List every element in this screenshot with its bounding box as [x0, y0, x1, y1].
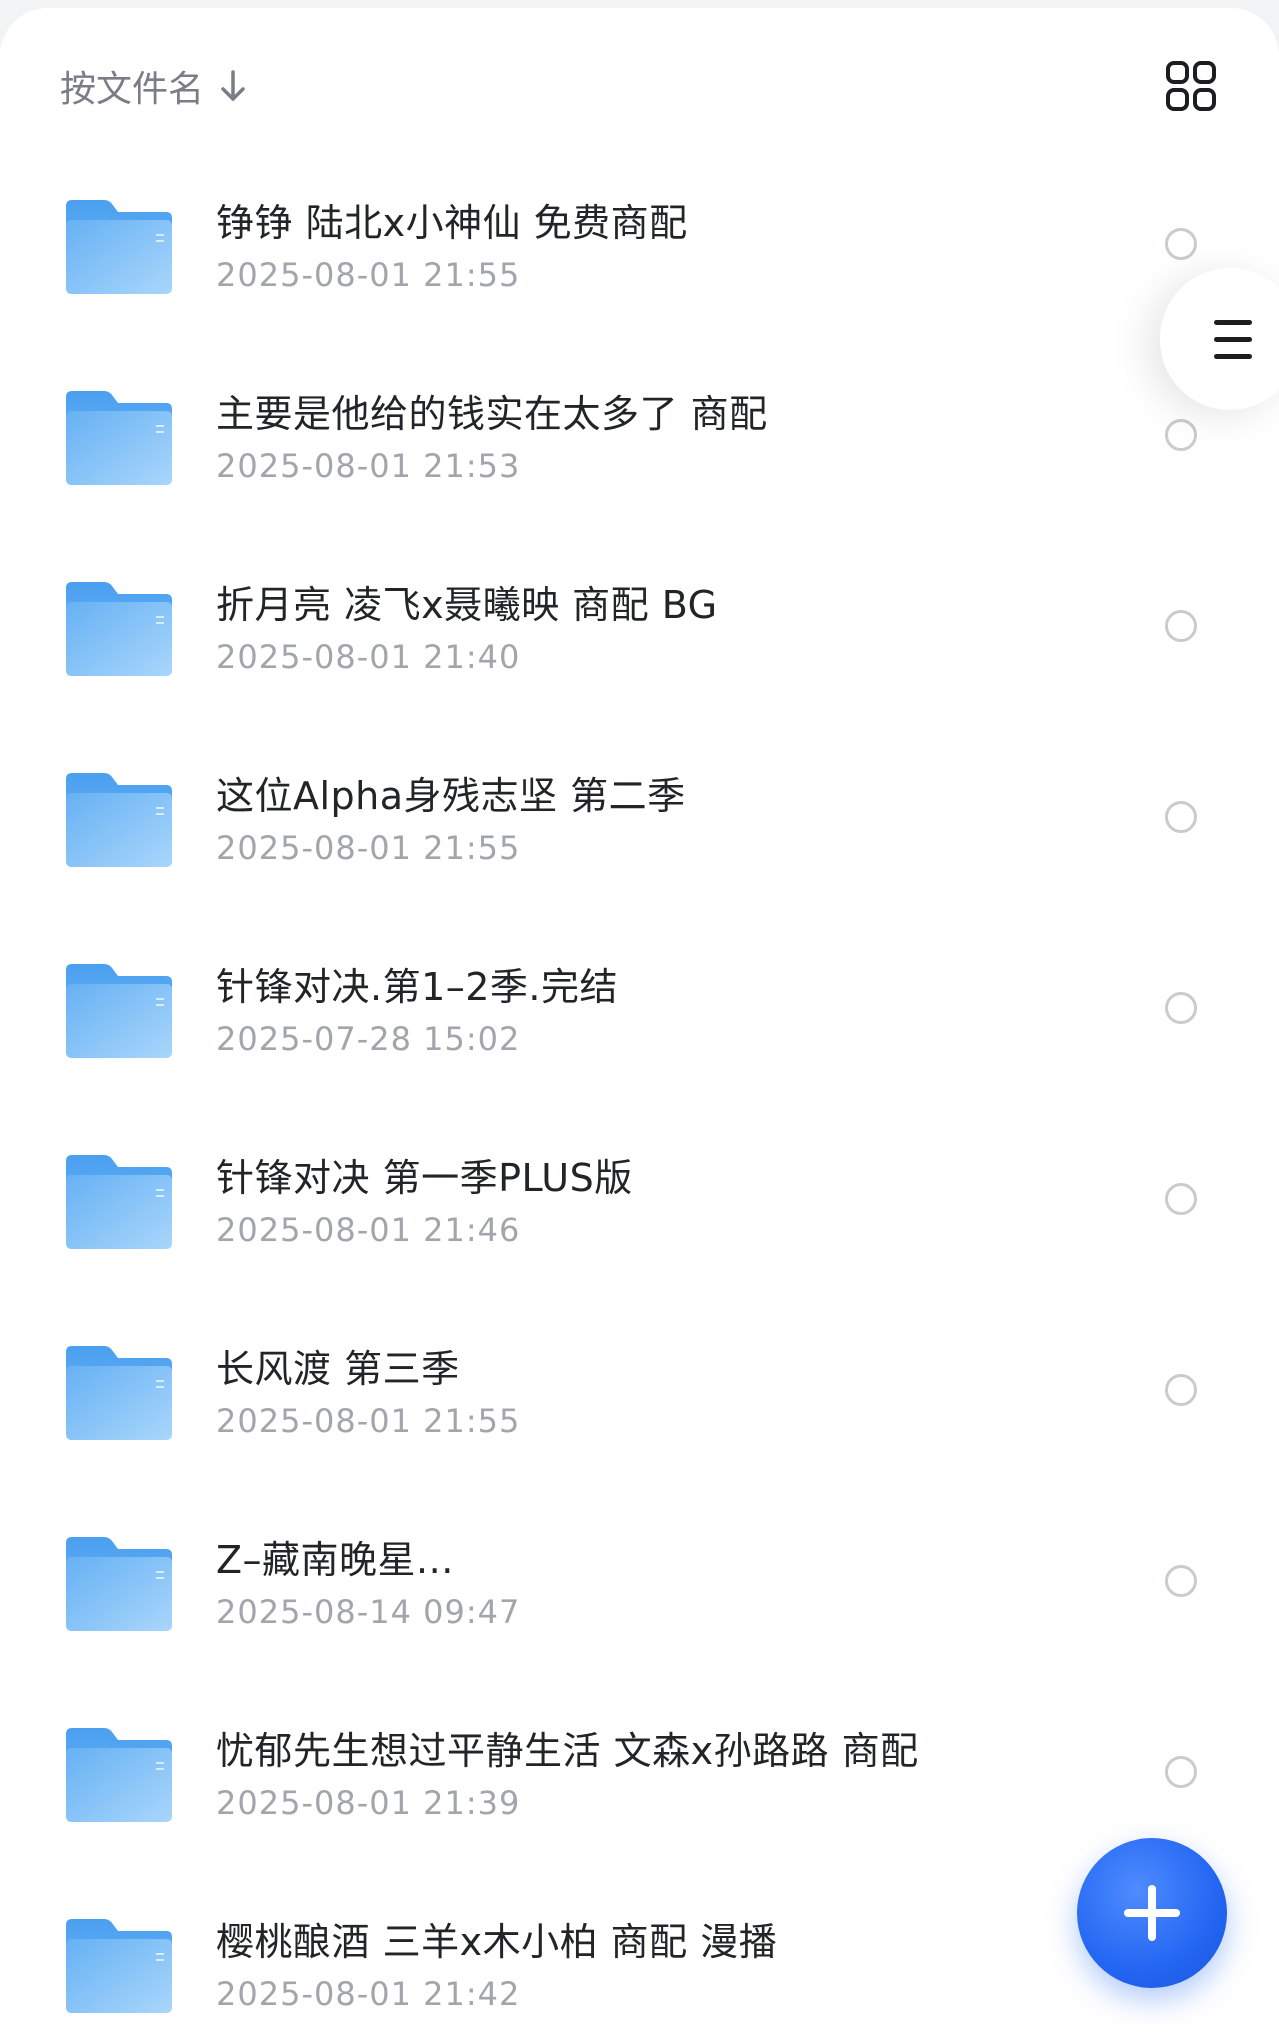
- file-row[interactable]: 针锋对决.第1–2季.完结 2025-07-28 15:02: [0, 912, 1279, 1103]
- file-row[interactable]: 长风渡 第三季 2025-08-01 21:55: [0, 1294, 1279, 1485]
- hamburger-menu-icon: [1214, 320, 1252, 371]
- select-radio[interactable]: [1165, 1183, 1197, 1215]
- select-radio[interactable]: [1165, 1756, 1197, 1788]
- file-name: 针锋对决.第1–2季.完结: [216, 965, 619, 1009]
- sort-label: 按文件名: [60, 69, 205, 110]
- select-radio[interactable]: [1165, 228, 1197, 260]
- file-name: 针锋对决 第一季PLUS版: [216, 1156, 633, 1200]
- file-row[interactable]: 铮铮 陆北x小神仙 免费商配 2025-08-01 21:55: [0, 148, 1279, 339]
- folder-icon: [64, 1533, 174, 1633]
- folder-icon: [64, 1915, 174, 2015]
- select-radio[interactable]: [1165, 992, 1197, 1024]
- file-row[interactable]: 针锋对决 第一季PLUS版 2025-08-01 21:46: [0, 1103, 1279, 1294]
- file-name: Z–藏南晚星...: [216, 1538, 454, 1582]
- select-radio[interactable]: [1165, 1565, 1197, 1597]
- folder-icon: [64, 769, 174, 869]
- file-list-panel: 按文件名 铮铮 陆北x小神仙 免费商配 2025-08-01 21:55 主要是他给…: [0, 8, 1279, 2035]
- file-row[interactable]: 这位Alpha身残志坚 第二季 2025-08-01 21:55: [0, 721, 1279, 912]
- sort-by-name-button[interactable]: 按文件名: [60, 60, 248, 112]
- file-row[interactable]: 折月亮 凌飞x聂曦映 商配 BG 2025-08-01 21:40: [0, 530, 1279, 721]
- file-name: 樱桃酿酒 三羊x木小柏 商配 漫播: [216, 1920, 778, 1964]
- file-row[interactable]: 忧郁先生想过平静生活 文森x孙路路 商配 2025-08-01 21:39: [0, 1676, 1279, 1867]
- list-toolbar: 按文件名: [0, 8, 1279, 158]
- file-date: 2025-07-28 15:02: [216, 1020, 521, 1058]
- file-name: 铮铮 陆北x小神仙 免费商配: [216, 201, 688, 245]
- file-date: 2025-08-01 21:55: [216, 829, 521, 867]
- file-name: 折月亮 凌飞x聂曦映 商配 BG: [216, 583, 718, 627]
- folder-icon: [64, 1724, 174, 1824]
- file-date: 2025-08-01 21:40: [216, 638, 521, 676]
- file-date: 2025-08-01 21:55: [216, 256, 521, 294]
- grid-view-icon[interactable]: [1165, 60, 1217, 112]
- file-date: 2025-08-14 09:47: [216, 1593, 521, 1631]
- select-radio[interactable]: [1165, 419, 1197, 451]
- folder-icon: [64, 1342, 174, 1442]
- file-name: 主要是他给的钱实在太多了 商配: [216, 392, 768, 436]
- file-name: 这位Alpha身残志坚 第二季: [216, 774, 686, 818]
- folder-icon: [64, 387, 174, 487]
- file-date: 2025-08-01 21:53: [216, 447, 521, 485]
- add-button[interactable]: [1077, 1838, 1227, 1988]
- select-radio[interactable]: [1165, 610, 1197, 642]
- file-name: 忧郁先生想过平静生活 文森x孙路路 商配: [216, 1729, 919, 1773]
- arrow-down-icon: [218, 69, 248, 103]
- file-row[interactable]: 主要是他给的钱实在太多了 商配 2025-08-01 21:53: [0, 339, 1279, 530]
- select-radio[interactable]: [1165, 1374, 1197, 1406]
- file-date: 2025-08-01 21:46: [216, 1211, 521, 1249]
- file-name: 长风渡 第三季: [216, 1347, 460, 1391]
- file-date: 2025-08-01 21:42: [216, 1975, 521, 2013]
- file-list: 铮铮 陆北x小神仙 免费商配 2025-08-01 21:55 主要是他给的钱实在太…: [0, 148, 1279, 2035]
- folder-icon: [64, 960, 174, 1060]
- select-radio[interactable]: [1165, 801, 1197, 833]
- file-date: 2025-08-01 21:55: [216, 1402, 521, 1440]
- file-date: 2025-08-01 21:39: [216, 1784, 521, 1822]
- folder-icon: [64, 578, 174, 678]
- folder-icon: [64, 196, 174, 296]
- file-row[interactable]: Z–藏南晚星... 2025-08-14 09:47: [0, 1485, 1279, 1676]
- folder-icon: [64, 1151, 174, 1251]
